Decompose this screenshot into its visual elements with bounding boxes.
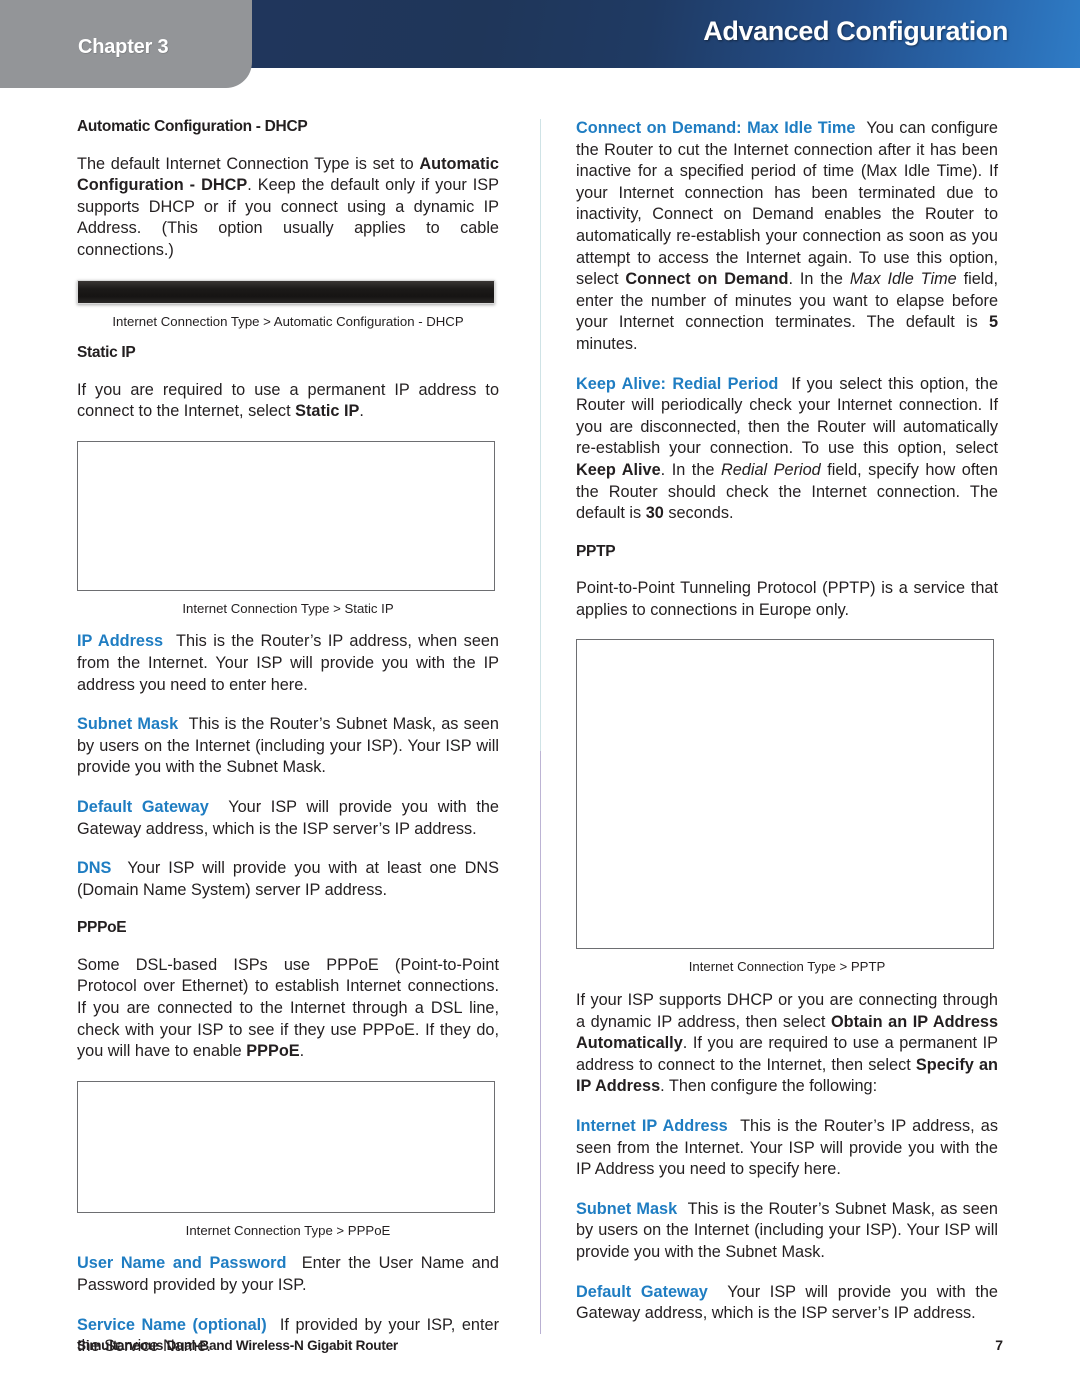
paragraph-ip-address: IP Address This is the Router’s IP addre… <box>77 631 499 696</box>
text-bold: 5 <box>988 313 998 332</box>
paragraph-keep-alive: Keep Alive: Redial Period If you select … <box>576 374 998 525</box>
heading-static-ip: Static IP <box>77 344 136 362</box>
text-bold: PPPoE <box>246 1042 300 1061</box>
text-bold: Keep Alive <box>576 460 661 479</box>
figure-caption-dhcp: Internet Connection Type > Automatic Con… <box>112 313 464 329</box>
figure-image-dhcp <box>77 279 495 304</box>
term-ip-address: IP Address <box>77 632 164 651</box>
text-fragment: The default Internet Connection Type is … <box>77 154 420 173</box>
figure-caption-pptp: Internet Connection Type > PPTP <box>688 959 886 975</box>
figure-pppoe: Internet Connection Type > PPPoE <box>77 1080 499 1240</box>
paragraph-default-gateway-right: Default Gateway Your ISP will provide yo… <box>576 1282 998 1325</box>
text-fragment: You can configure the Router to cut the … <box>576 119 998 289</box>
term-subnet-mask: Subnet Mask <box>576 1199 678 1218</box>
term-internet-ip-address: Internet IP Address <box>576 1116 728 1135</box>
figure-static-ip: Internet Connection Type > Static IP <box>77 440 499 618</box>
term-dns: DNS <box>77 859 112 878</box>
page-header: Advanced Configuration Chapter 3 <box>0 0 1080 88</box>
paragraph-subnet-mask: Subnet Mask This is the Router’s Subnet … <box>77 714 499 779</box>
right-column: Connect on Demand: Max Idle Time You can… <box>576 118 998 1325</box>
figure-image-static-ip <box>77 440 495 591</box>
figure-image-pppoe <box>77 1080 495 1213</box>
heading-automatic-configuration-dhcp: Automatic Configuration - DHCP <box>77 118 308 135</box>
term-service-name-optional: Service Name (optional) <box>77 1315 267 1334</box>
text-fragment: . In the <box>660 460 721 479</box>
text-fragment: seconds. <box>663 504 734 523</box>
figure-dhcp: Internet Connection Type > Automatic Con… <box>77 279 499 331</box>
paragraph-dhcp-default: The default Internet Connection Type is … <box>77 154 499 262</box>
paragraph-subnet-mask-right: Subnet Mask This is the Router’s Subnet … <box>576 1199 998 1264</box>
page-footer: Simultaneous Dual-Band Wireless-N Gigabi… <box>77 1337 1003 1353</box>
text-bold: Connect on Demand <box>625 270 789 289</box>
term-default-gateway: Default Gateway <box>77 797 209 816</box>
text-italic: Redial Period <box>720 460 821 479</box>
term-default-gateway: Default Gateway <box>576 1282 708 1301</box>
figure-image-pptp <box>576 639 994 950</box>
text-fragment: . <box>299 1042 305 1061</box>
text-fragment: minutes. <box>576 334 638 353</box>
paragraph-dns: DNS Your ISP will provide you with at le… <box>77 858 499 901</box>
paragraph-obtain-ip-automatically: If your ISP supports DHCP or you are con… <box>576 990 998 1098</box>
text-fragment: . Then configure the following: <box>660 1077 878 1096</box>
text-fragment: . <box>359 402 364 421</box>
paragraph-pppoe: Some DSL-based ISPs use PPPoE (Point-to-… <box>77 955 499 1063</box>
paragraph-internet-ip-address: Internet IP Address This is the Router’s… <box>576 1116 998 1181</box>
term-connect-on-demand-max-idle-time: Connect on Demand: Max Idle Time <box>576 119 856 137</box>
text-fragment: If you are required to use a permanent I… <box>77 380 499 421</box>
text-fragment: . In the <box>788 270 850 289</box>
footer-page-number: 7 <box>995 1337 1003 1353</box>
left-column: Automatic Configuration - DHCP The defau… <box>77 118 499 1358</box>
term-keep-alive-redial-period: Keep Alive: Redial Period <box>576 374 779 393</box>
paragraph-pptp: Point-to-Point Tunneling Protocol (PPTP)… <box>576 579 998 619</box>
page-title: Advanced Configuration <box>703 16 1008 46</box>
paragraph-static-ip: If you are required to use a permanent I… <box>77 380 499 423</box>
heading-pptp: PPTP <box>576 542 616 560</box>
figure-caption-pppoe: Internet Connection Type > PPPoE <box>185 1222 391 1238</box>
paragraph-user-name-password: User Name and Password Enter the User Na… <box>77 1253 499 1296</box>
chapter-label: Chapter 3 <box>78 36 169 58</box>
text-bold: 30 <box>645 504 664 523</box>
footer-product-title: Simultaneous Dual-Band Wireless-N Gigabi… <box>77 1338 398 1353</box>
paragraph-connect-on-demand: Connect on Demand: Max Idle Time You can… <box>576 118 998 356</box>
figure-caption-static-ip: Internet Connection Type > Static IP <box>182 600 394 616</box>
text-italic: Max Idle Time <box>849 270 957 289</box>
term-user-name-and-password: User Name and Password <box>77 1254 287 1273</box>
text-bold: Static IP <box>295 402 360 421</box>
heading-pppoe: PPPoE <box>77 919 127 937</box>
figure-pptp: Internet Connection Type > PPTP <box>576 639 998 976</box>
term-subnet-mask: Subnet Mask <box>77 715 179 734</box>
text-fragment: Your ISP will provide you with at least … <box>77 859 499 899</box>
paragraph-default-gateway: Default Gateway Your ISP will provide yo… <box>77 797 499 840</box>
column-divider <box>540 119 541 1334</box>
